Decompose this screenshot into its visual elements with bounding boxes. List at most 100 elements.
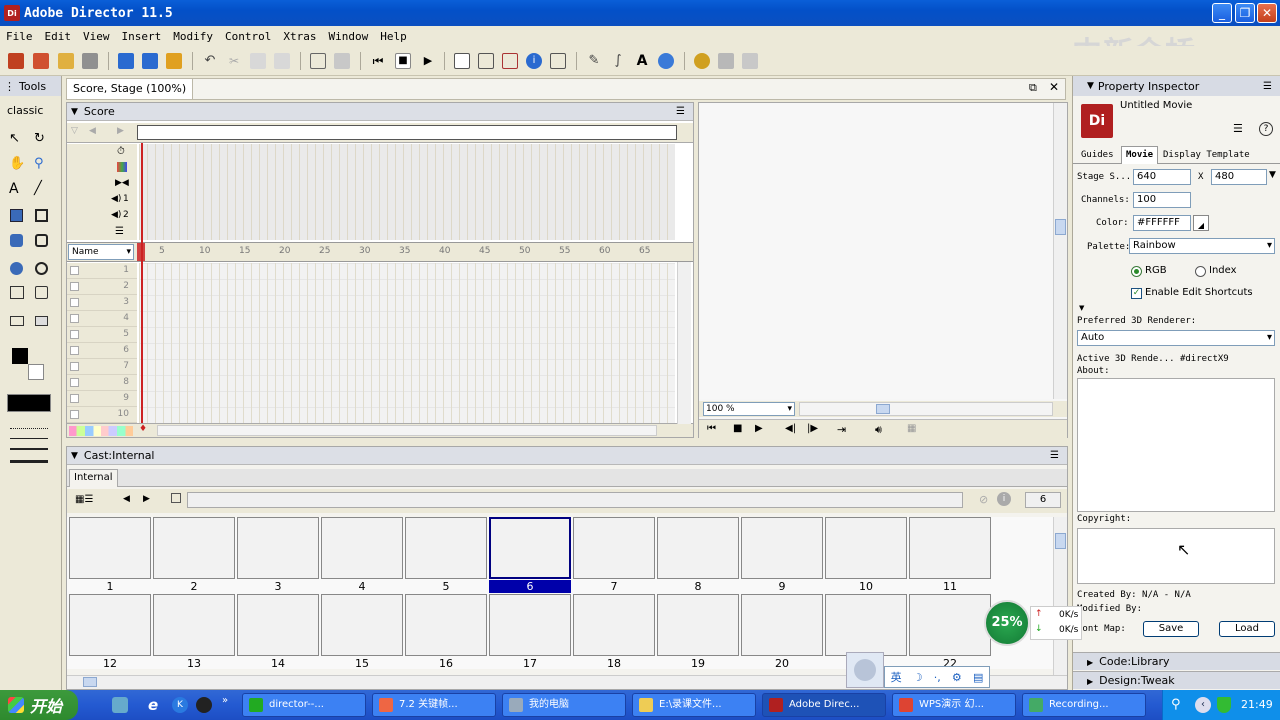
channel-toggle[interactable] <box>70 314 79 323</box>
cast-member[interactable] <box>237 517 319 579</box>
pi-collapse-icon[interactable]: ▼ <box>1087 81 1094 91</box>
sprite-channels-grid[interactable] <box>139 263 675 427</box>
renderer-select[interactable]: Auto ▾ <box>1077 330 1275 346</box>
behaviors-icon[interactable] <box>694 53 710 69</box>
tab-score-stage[interactable]: Score, Stage (100%) <box>67 79 194 99</box>
new-cast-icon[interactable] <box>33 53 49 69</box>
tab-internal[interactable]: Internal <box>69 469 118 487</box>
panel-menu-icon[interactable]: ☰ <box>676 106 685 117</box>
cast-member[interactable] <box>321 517 403 579</box>
ime-settings-icon[interactable]: ⚙ <box>952 671 962 684</box>
menu-view[interactable]: View <box>77 30 116 43</box>
zoom-select[interactable]: 100 % ▾ <box>703 402 795 416</box>
pi-menu-icon[interactable]: ☰ <box>1263 81 1272 92</box>
cast-script-icon[interactable]: ⊘ <box>979 493 988 506</box>
more-quicklaunch-icon[interactable]: » <box>222 695 228 706</box>
cast-member[interactable] <box>741 594 823 656</box>
cast-prev-icon[interactable]: ◀ <box>123 494 130 504</box>
filled-rect-icon[interactable] <box>10 209 23 222</box>
align-icon[interactable] <box>334 53 350 69</box>
task-wps-slides[interactable]: WPS演示 幻... <box>892 693 1016 717</box>
maximize-button[interactable]: ❐ <box>1235 3 1255 23</box>
quicklaunch-app-icon[interactable] <box>112 697 128 713</box>
cut-icon[interactable]: ✂ <box>226 53 242 69</box>
step-back-icon[interactable]: ◀| <box>785 423 796 434</box>
tools-mode[interactable]: classic <box>7 104 43 117</box>
arrow-tool-icon[interactable]: ↖ <box>9 131 25 146</box>
loop-icon[interactable]: ⇥ <box>837 423 846 436</box>
score-hscroll[interactable] <box>157 425 657 436</box>
menu-edit[interactable]: Edit <box>39 30 78 43</box>
stage-canvas[interactable] <box>699 103 1053 399</box>
sprite-color-palette[interactable] <box>69 426 133 436</box>
color-picker-button[interactable]: ◢ <box>1193 215 1209 231</box>
channel-toggle[interactable] <box>70 298 79 307</box>
filled-ellipse-icon[interactable] <box>10 262 23 275</box>
network-speed-widget[interactable]: 25% <box>984 600 1030 646</box>
tray-collapse-icon[interactable]: ‹ <box>1195 697 1211 713</box>
play-icon[interactable]: ▶ <box>420 53 436 69</box>
menu-xtras[interactable]: Xtras <box>277 30 322 43</box>
cast-member[interactable] <box>69 517 151 579</box>
rgb-radio[interactable] <box>1131 266 1142 277</box>
filter-icon[interactable]: ▽ <box>71 126 78 136</box>
stage-hscroll-thumb[interactable] <box>876 404 890 414</box>
copyright-textarea[interactable] <box>1077 528 1275 584</box>
save-all-icon[interactable] <box>142 53 158 69</box>
design-tweak-panel[interactable]: ▶ Design:Tweak <box>1073 671 1280 689</box>
cast-member[interactable] <box>657 594 739 656</box>
stage-vscroll-thumb[interactable] <box>1055 219 1066 235</box>
qq-icon[interactable] <box>196 697 212 713</box>
stage-vscroll[interactable] <box>1053 103 1067 399</box>
cast-member[interactable] <box>909 517 991 579</box>
cast-member[interactable] <box>153 517 235 579</box>
stage-size-dropdown-icon[interactable]: ▼ <box>1269 170 1276 180</box>
info-icon[interactable]: i <box>526 53 542 69</box>
zoom-marker-icon[interactable]: ♦ <box>139 424 147 434</box>
load-font-map-button[interactable]: Load <box>1219 621 1275 637</box>
cast-member[interactable] <box>741 517 823 579</box>
ie-icon[interactable]: e <box>148 696 158 714</box>
restore-panel-icon[interactable]: ⧉ <box>1029 81 1037 95</box>
task-recording[interactable]: Recording... <box>1022 693 1146 717</box>
undo-icon[interactable]: ↶ <box>202 53 218 69</box>
start-button[interactable]: 开始 <box>0 690 78 720</box>
zoom-tool-icon[interactable]: ⚲ <box>34 156 50 171</box>
cast-member[interactable] <box>237 594 319 656</box>
stage-window-icon[interactable] <box>454 53 470 69</box>
task-explorer[interactable]: E:\录课文件... <box>632 693 756 717</box>
radio-tool-icon[interactable] <box>35 316 48 326</box>
save-icon[interactable] <box>118 53 134 69</box>
collapse-arrow-icon[interactable]: ⋮ <box>4 80 15 93</box>
edit-shortcuts-checkbox[interactable]: ✓ <box>1131 288 1142 299</box>
channel-toggle[interactable] <box>70 346 79 355</box>
shockwave-3d-icon[interactable] <box>658 53 674 69</box>
channel-row[interactable]: 5 <box>67 327 137 343</box>
line-width-2[interactable] <box>10 448 48 450</box>
cast-member[interactable] <box>825 594 907 656</box>
channel-toggle[interactable] <box>70 282 79 291</box>
background-color-swatch[interactable] <box>28 364 44 380</box>
next-marker-icon[interactable]: ▶ <box>117 126 124 136</box>
channel-toggle[interactable] <box>70 266 79 275</box>
tab-display-template[interactable]: Display Template <box>1163 150 1250 160</box>
tab-movie[interactable]: Movie <box>1121 146 1159 164</box>
copy-icon[interactable] <box>250 53 266 69</box>
ime-avatar[interactable] <box>846 652 884 688</box>
cast-next-icon[interactable]: ▶ <box>143 494 150 504</box>
cast-member[interactable] <box>405 594 487 656</box>
ime-moon-icon[interactable]: ☽ <box>913 671 923 684</box>
task-adobe-director[interactable]: Adobe Direc... <box>762 693 886 717</box>
cast-window-icon[interactable] <box>478 53 494 69</box>
cast-member-name-field[interactable] <box>187 492 963 508</box>
score-vscroll[interactable] <box>677 262 691 424</box>
channel-row[interactable]: 7 <box>67 359 137 375</box>
line-width-3[interactable] <box>10 460 48 463</box>
tweak-icon[interactable] <box>742 53 758 69</box>
filled-roundrect-icon[interactable] <box>10 234 23 247</box>
tab-guides[interactable]: Guides <box>1081 150 1114 160</box>
search-icon[interactable]: ⚲ <box>1171 697 1181 712</box>
stop-icon[interactable]: ■ <box>395 53 411 69</box>
menu-file[interactable]: File <box>0 30 39 43</box>
stage-rewind-icon[interactable]: ⏮ <box>707 423 716 434</box>
